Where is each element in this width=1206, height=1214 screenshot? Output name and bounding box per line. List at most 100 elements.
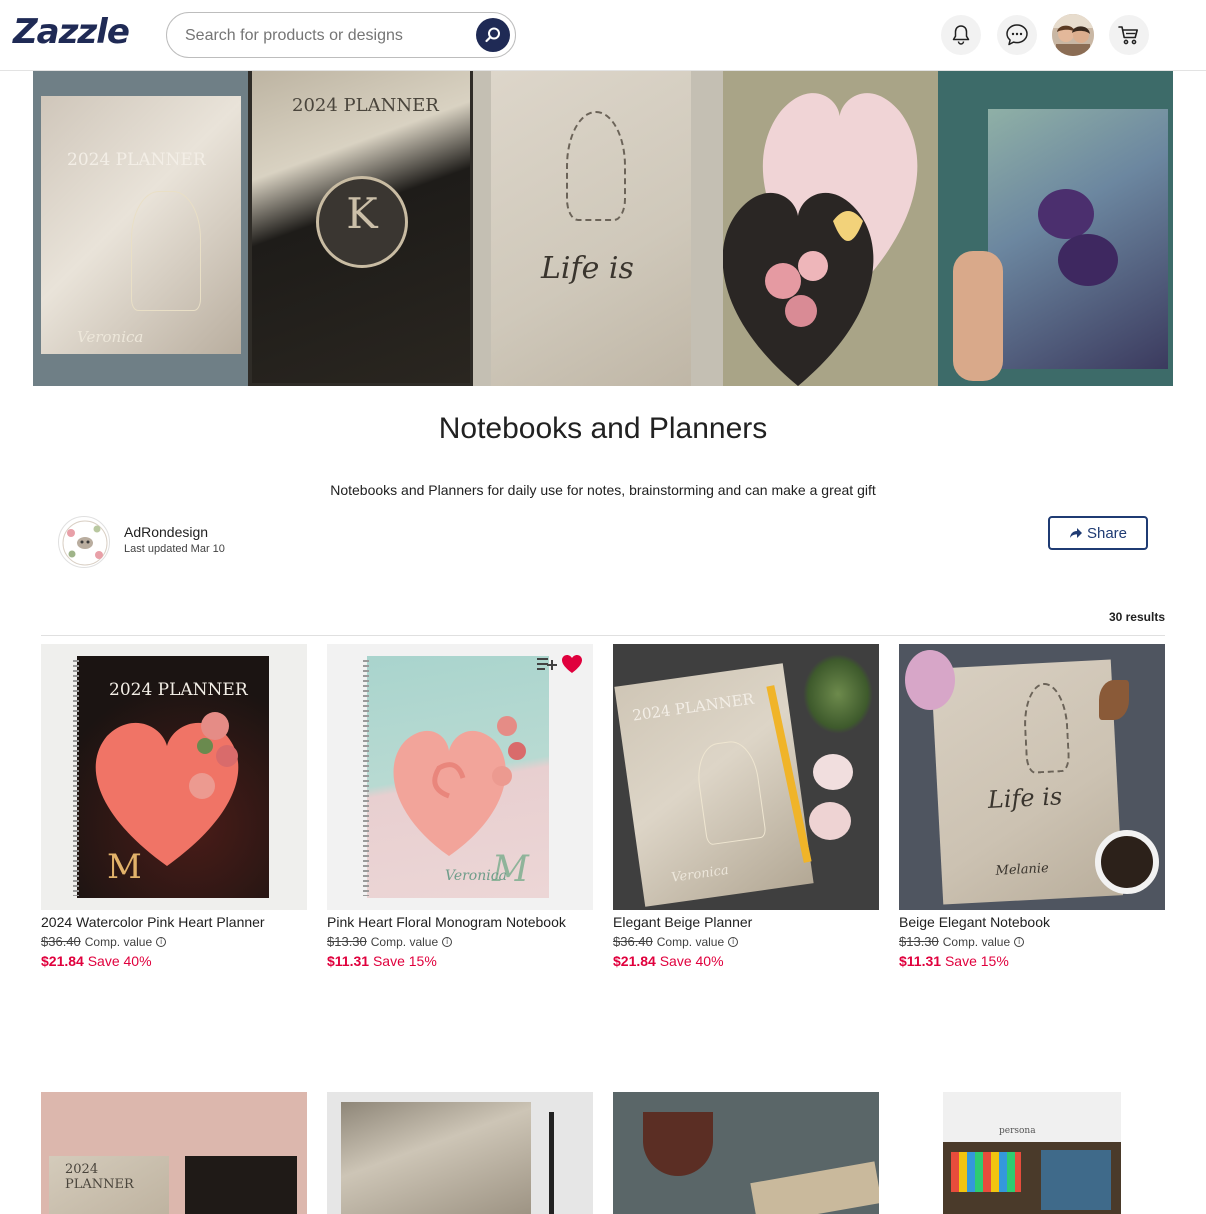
banner-monogram-letter: K — [346, 189, 378, 238]
store-logo-icon — [62, 520, 108, 566]
banner-rose-1 — [1038, 189, 1094, 239]
add-to-list-icon[interactable] — [537, 656, 557, 672]
product-image[interactable]: 2024 PLANNER M — [41, 644, 307, 910]
comp-label: Comp. value — [656, 934, 725, 949]
cart-icon — [1118, 26, 1138, 45]
product-image[interactable]: Life is Melanie — [899, 644, 1165, 910]
sale-price: $21.84 — [613, 953, 656, 969]
banner-notebook-5 — [988, 109, 1168, 369]
save-percent: Save 15% — [372, 953, 437, 969]
product-image[interactable] — [327, 1092, 593, 1214]
product-card[interactable]: persona — [899, 1092, 1165, 1214]
rose-line-art — [1021, 681, 1071, 775]
owner-name[interactable]: AdRondesign — [124, 524, 208, 540]
product-image[interactable]: persona — [899, 1092, 1165, 1214]
banner-rose-art — [566, 111, 626, 221]
product-price: $21.84 Save 40% — [613, 953, 879, 969]
product-title[interactable]: Elegant Beige Planner — [613, 914, 879, 930]
banner-notebook-2-title: 2024 PLANNER — [292, 95, 439, 116]
flower-decor — [905, 650, 955, 710]
info-icon[interactable]: i — [728, 936, 739, 947]
share-button[interactable]: Share — [1048, 516, 1148, 550]
zazzle-logo[interactable]: Zazzle — [13, 12, 130, 52]
leaf-decor — [1099, 680, 1129, 720]
notebook-blue — [1041, 1150, 1111, 1210]
page-description: Notebooks and Planners for daily use for… — [330, 482, 876, 498]
banner-notebook-2: 2024 PLANNER K — [252, 71, 470, 383]
sale-price: $11.31 — [327, 953, 370, 969]
sale-price: $11.31 — [899, 953, 942, 969]
product-price: $11.31 Save 15% — [327, 953, 593, 969]
pencils-decor — [951, 1152, 1021, 1192]
cover-title: 2024 PLANNER — [631, 689, 755, 725]
product-image[interactable] — [613, 1092, 879, 1214]
banner-notebook-3: Life is — [491, 71, 691, 386]
product-notebook-cover — [943, 1142, 1121, 1214]
search-button[interactable] — [476, 18, 510, 52]
info-icon[interactable]: i — [442, 936, 453, 947]
cart-button[interactable] — [1109, 15, 1149, 55]
owner-store-logo[interactable] — [58, 516, 110, 568]
pencil-decor — [549, 1112, 554, 1214]
search-icon — [485, 27, 500, 43]
banner-heart-notebooks — [722, 93, 918, 386]
info-icon[interactable]: i — [1014, 936, 1025, 947]
product-card[interactable]: 2024 PLANNER M 2024 Watercolor Pink Hear… — [41, 644, 307, 969]
product-card[interactable]: 2024 PLANNER — [41, 1092, 307, 1214]
comp-label: Comp. value — [84, 934, 153, 949]
heart-favorite-icon[interactable] — [561, 654, 583, 674]
banner-notebook-1-sign: Veronica — [77, 328, 144, 346]
comp-label: Comp. value — [370, 934, 439, 949]
product-card[interactable] — [327, 1092, 593, 1214]
last-updated: Last updated Mar 10 — [124, 543, 225, 555]
product-notebook-cover — [750, 1161, 879, 1214]
comp-label: Comp. value — [942, 934, 1011, 949]
product-notebook-cover — [341, 1102, 531, 1214]
collection-banner: 2024 PLANNER Veronica 2024 PLANNER K Lif… — [33, 71, 1173, 386]
product-notebook-cover: M Veronica — [367, 656, 549, 898]
rose-decor — [809, 802, 851, 840]
rose-decor — [813, 754, 853, 790]
notifications-button[interactable] — [941, 15, 981, 55]
product-comp-value: $13.30 Comp. value i — [327, 934, 593, 949]
product-card[interactable]: Life is Melanie Beige Elegant Notebook $… — [899, 644, 1165, 969]
results-divider — [41, 635, 1165, 636]
messages-button[interactable] — [997, 15, 1037, 55]
coffee-cup-decor — [643, 1112, 713, 1176]
product-image[interactable]: 2024 PLANNER Veronica — [613, 644, 879, 910]
product-image[interactable]: M Veronica — [327, 644, 593, 910]
results-count: 30 results — [1108, 610, 1165, 624]
cover-sign: Melanie — [995, 860, 1050, 879]
product-comp-value: $36.40 Comp. value i — [613, 934, 879, 949]
cover-sign: Veronica — [445, 868, 507, 884]
sale-price: $21.84 — [41, 953, 84, 969]
banner-monogram-circle: K — [316, 176, 408, 268]
site-header: Zazzle — [0, 0, 1206, 71]
product-title[interactable]: Pink Heart Floral Monogram Notebook — [327, 914, 593, 930]
banner-rose-2 — [1058, 234, 1118, 286]
save-percent: Save 40% — [659, 953, 724, 969]
banner-panel-1: 2024 PLANNER Veronica — [33, 71, 248, 386]
share-icon — [1069, 528, 1082, 538]
save-percent: Save 40% — [87, 953, 152, 969]
banner-panel-4 — [722, 71, 938, 386]
product-title[interactable]: 2024 Watercolor Pink Heart Planner — [41, 914, 307, 930]
product-comp-value: $36.40 Comp. value i — [41, 934, 307, 949]
product-notebook-cover: 2024 PLANNER — [49, 1156, 169, 1214]
comp-price: $36.40 — [613, 934, 653, 949]
product-card[interactable]: M Veronica Pink Heart Floral Monogram No… — [327, 644, 593, 969]
heart-floral-art: M — [393, 716, 530, 890]
banner-hand — [953, 251, 1003, 381]
cover-title: 2024 PLANNER — [65, 1162, 134, 1192]
user-avatar[interactable] — [1052, 14, 1094, 56]
info-icon[interactable]: i — [156, 936, 167, 947]
leaves-decor — [803, 654, 873, 734]
product-card[interactable] — [613, 1092, 879, 1214]
product-image[interactable]: 2024 PLANNER — [41, 1092, 307, 1214]
product-title[interactable]: Beige Elegant Notebook — [899, 914, 1165, 930]
banner-line-art — [131, 191, 201, 311]
search-input[interactable] — [185, 25, 465, 47]
avatar-photo — [1052, 14, 1094, 56]
product-card[interactable]: 2024 PLANNER Veronica Elegant Beige Plan… — [613, 644, 879, 969]
product-price: $11.31 Save 15% — [899, 953, 1165, 969]
